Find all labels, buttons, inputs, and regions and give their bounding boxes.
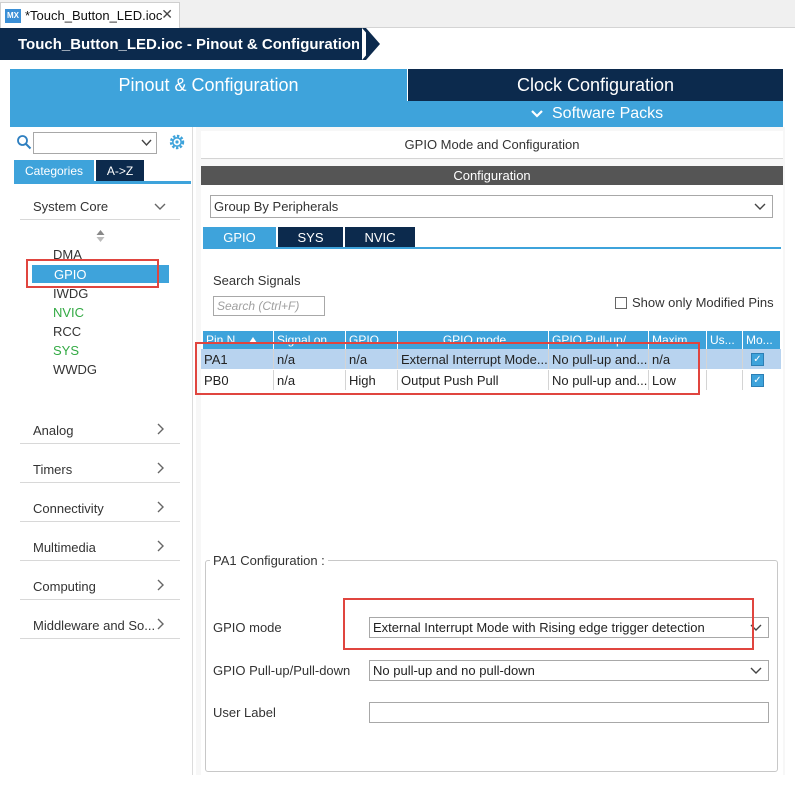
cell-user-label [707, 349, 743, 369]
sidebar-item-nvic[interactable]: NVIC [53, 305, 84, 320]
chevron-right-icon [157, 462, 164, 474]
modified-checkbox[interactable]: ✓ [751, 373, 764, 387]
category-label: Multimedia [33, 540, 96, 555]
search-signals-label: Search Signals [213, 273, 301, 288]
category-connectivity[interactable]: Connectivity [20, 496, 180, 522]
chevron-down-icon [141, 139, 152, 147]
search-combo[interactable] [33, 132, 157, 154]
sidebar-item-sys[interactable]: SYS [53, 343, 79, 358]
breadcrumb-arrow-tip [366, 28, 380, 60]
chevron-right-icon [157, 579, 164, 591]
chevron-down-icon [531, 110, 543, 118]
chevron-right-icon [157, 618, 164, 630]
category-label: Timers [33, 462, 73, 477]
modified-checkbox[interactable]: ✓ [751, 352, 764, 366]
close-icon[interactable]: ✕ [161, 6, 173, 23]
user-label-label: User Label [213, 705, 276, 720]
file-tab-label: *Touch_Button_LED.ioc [25, 8, 163, 23]
pull-value: No pull-up and no pull-down [373, 663, 535, 678]
category-label: Connectivity [33, 501, 104, 516]
sidebar-item-rcc[interactable]: RCC [53, 324, 81, 339]
subtab-sys[interactable]: SYS [278, 227, 343, 247]
file-tab[interactable]: MX *Touch_Button_LED.ioc ✕ [0, 2, 180, 28]
cell-user-label [707, 370, 743, 390]
category-label: Analog [33, 423, 74, 438]
user-label-input[interactable] [369, 702, 769, 723]
software-packs-label: Software Packs [552, 105, 664, 122]
mx-file-icon: MX [5, 8, 21, 23]
category-label: System Core [33, 199, 109, 214]
category-system-core[interactable]: System Core [20, 194, 180, 220]
tab-pinout-configuration[interactable]: Pinout & Configuration [10, 69, 407, 101]
category-middleware[interactable]: Middleware and So... [20, 613, 180, 639]
configuration-header: Configuration [201, 166, 783, 185]
software-packs-bar [10, 101, 783, 127]
tab-underline [14, 181, 191, 184]
category-computing[interactable]: Computing [20, 574, 180, 600]
subtab-nvic[interactable]: NVIC [345, 227, 415, 247]
highlight-box-rows [195, 342, 700, 395]
category-multimedia[interactable]: Multimedia [20, 535, 180, 561]
search-icon[interactable] [16, 134, 32, 150]
search-signals-input[interactable] [213, 296, 325, 316]
tab-categories[interactable]: Categories [14, 160, 94, 181]
category-timers[interactable]: Timers [20, 457, 180, 483]
tab-a-z[interactable]: A->Z [96, 160, 144, 181]
chevron-right-icon [157, 423, 164, 435]
sort-icon[interactable] [96, 230, 105, 242]
chevron-down-icon [750, 667, 762, 674]
chevron-down-icon [754, 203, 766, 210]
gear-icon[interactable] [168, 133, 186, 151]
pa1-configuration-title: PA1 Configuration : [210, 553, 328, 568]
pull-select[interactable]: No pull-up and no pull-down [369, 660, 769, 681]
gpio-mode-label: GPIO mode [213, 620, 282, 635]
highlight-box-gpio-mode [343, 598, 754, 650]
subtab-underline [203, 247, 781, 249]
chevron-down-icon [154, 203, 166, 210]
category-label: Middleware and So... [33, 618, 156, 633]
chevron-right-icon [157, 501, 164, 513]
show-modified-label: Show only Modified Pins [632, 295, 774, 310]
tab-clock-configuration[interactable]: Clock Configuration [408, 69, 783, 101]
sidebar-item-iwdg[interactable]: IWDG [53, 286, 88, 301]
show-modified-checkbox[interactable] [615, 297, 627, 309]
highlight-box-gpio [26, 259, 159, 288]
column-header-modified[interactable]: Mo... [743, 331, 781, 349]
column-header-user-label[interactable]: Us... [707, 331, 743, 349]
cell-modified: ✓ [743, 349, 781, 369]
category-label: Computing [33, 579, 96, 594]
sidebar-item-wwdg[interactable]: WWDG [53, 362, 97, 377]
pull-label: GPIO Pull-up/Pull-down [213, 663, 351, 678]
left-panel [10, 127, 193, 775]
cell-modified: ✓ [743, 370, 781, 390]
panel-title: GPIO Mode and Configuration [201, 131, 783, 159]
breadcrumb[interactable]: Touch_Button_LED.ioc - Pinout & Configur… [0, 28, 366, 60]
group-by-select[interactable]: Group By Peripherals [210, 195, 773, 218]
category-analog[interactable]: Analog [20, 418, 180, 444]
group-by-value: Group By Peripherals [214, 199, 339, 214]
software-packs-button[interactable]: Software Packs [530, 103, 663, 125]
chevron-right-icon [157, 540, 164, 552]
subtab-gpio[interactable]: GPIO [203, 227, 276, 247]
